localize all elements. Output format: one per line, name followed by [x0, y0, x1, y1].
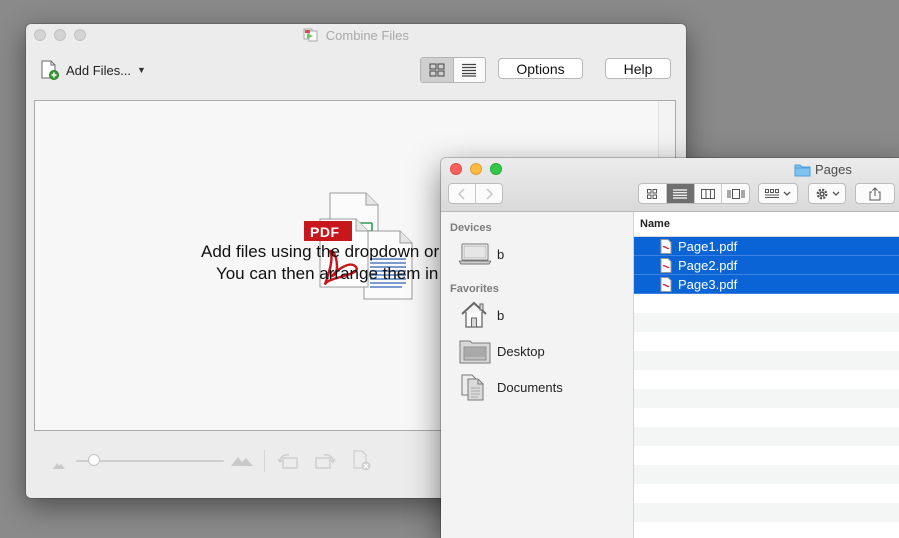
cover-flow-icon	[727, 188, 745, 199]
sidebar-item-label: b	[497, 246, 505, 262]
thumbnail-size-slider[interactable]	[76, 454, 224, 466]
folder-icon	[794, 163, 811, 177]
empty-row	[634, 332, 899, 351]
grid-icon	[429, 63, 445, 77]
empty-row	[634, 446, 899, 465]
file-row-page1[interactable]: Page1.pdf	[634, 237, 899, 256]
large-mountain-icon	[231, 453, 253, 471]
sidebar-item-label: Documents	[497, 379, 563, 395]
share-button[interactable]	[855, 183, 895, 204]
add-file-icon	[40, 60, 60, 80]
back-forward-buttons	[448, 183, 503, 204]
desktop-folder-icon	[459, 336, 493, 366]
file-row-page2[interactable]: Page2.pdf	[634, 256, 899, 275]
name-column-label: Name	[640, 218, 670, 230]
column-view-icon	[700, 188, 715, 199]
file-name: Page1.pdf	[678, 238, 738, 254]
cover-flow-button[interactable]	[722, 184, 749, 203]
window-title-text: Combine Files	[325, 28, 409, 43]
empty-row	[634, 389, 899, 408]
empty-row	[634, 465, 899, 484]
pdf-file-icon	[660, 276, 672, 292]
combine-files-titlebar: Combine Files	[26, 24, 686, 46]
empty-row	[634, 408, 899, 427]
list-icon	[462, 63, 477, 77]
icon-view-icon	[647, 188, 658, 199]
share-icon	[869, 186, 881, 200]
rotate-left-icon[interactable]	[277, 452, 299, 475]
combine-files-icon	[303, 28, 319, 45]
sidebar-item-documents[interactable]: Documents	[459, 372, 563, 402]
empty-row	[634, 427, 899, 446]
empty-row	[634, 503, 899, 522]
back-button[interactable]	[449, 184, 476, 203]
window-title: Combine Files	[26, 28, 686, 45]
chevron-right-icon	[486, 187, 493, 200]
file-row-page3[interactable]: Page3.pdf	[634, 275, 899, 294]
icon-view-button[interactable]	[639, 184, 667, 203]
list-view-button[interactable]	[666, 184, 695, 203]
empty-row	[634, 313, 899, 332]
action-button[interactable]	[808, 183, 846, 204]
gear-icon	[816, 188, 827, 199]
arrange-icon	[765, 188, 779, 198]
chevron-left-icon	[458, 187, 465, 200]
view-mode-toggle	[420, 57, 486, 83]
chevron-down-icon	[832, 191, 839, 196]
pdf-file-icon	[660, 257, 672, 273]
empty-row	[634, 484, 899, 503]
finder-window: Pages Devices b Favorites b Desktop Docu…	[441, 158, 899, 538]
empty-row	[634, 351, 899, 370]
arrange-button[interactable]	[758, 183, 798, 204]
slider-knob[interactable]	[88, 454, 100, 466]
list-view-icon	[673, 188, 688, 199]
file-name: Page2.pdf	[678, 257, 738, 273]
finder-view-switcher	[638, 183, 750, 204]
list-view-button[interactable]	[454, 58, 486, 82]
chevron-down-icon: ▼	[137, 65, 146, 75]
options-button[interactable]: Options	[498, 58, 583, 79]
add-files-dropdown[interactable]: Add Files... ▼	[40, 60, 146, 80]
finder-toolbar: Pages	[441, 158, 899, 212]
empty-row	[634, 522, 899, 538]
pdf-file-icon	[660, 238, 672, 254]
finder-zoom-button[interactable]	[490, 163, 502, 175]
thumbnail-view-button[interactable]	[421, 58, 454, 82]
home-icon	[459, 300, 493, 330]
pdf-label: PDF	[310, 224, 340, 240]
empty-row	[634, 294, 899, 313]
sidebar-item-label: b	[497, 307, 505, 323]
column-view-button[interactable]	[695, 184, 723, 203]
finder-title: Pages	[794, 162, 852, 177]
finder-minimize-button[interactable]	[470, 163, 482, 175]
finder-title-text: Pages	[815, 162, 852, 177]
chevron-down-icon	[783, 191, 791, 196]
laptop-icon	[459, 239, 493, 269]
empty-row	[634, 370, 899, 389]
rotate-right-icon[interactable]	[314, 452, 336, 475]
file-name: Page3.pdf	[678, 276, 738, 292]
bottombar-divider	[264, 450, 265, 472]
documents-folder-icon	[459, 372, 493, 402]
sidebar-item-device-b[interactable]: b	[459, 239, 504, 269]
favorites-header: Favorites	[450, 283, 499, 295]
remove-file-icon[interactable]	[352, 450, 372, 477]
finder-sidebar: Devices b Favorites b Desktop Documents	[441, 212, 634, 538]
small-mountain-icon	[53, 456, 65, 474]
combine-files-toolbar: Add Files... ▼ Options Help	[26, 46, 686, 96]
help-button[interactable]: Help	[605, 58, 671, 79]
add-files-label: Add Files...	[66, 62, 132, 78]
name-column-header[interactable]: Name	[634, 212, 899, 237]
forward-button[interactable]	[476, 184, 502, 203]
sidebar-item-desktop[interactable]: Desktop	[459, 336, 545, 366]
file-list: Name Page1.pdf Page2.pdf Page3.pdf	[634, 212, 899, 538]
sidebar-item-label: Desktop	[497, 343, 545, 359]
finder-close-button[interactable]	[450, 163, 462, 175]
devices-header: Devices	[450, 222, 492, 234]
sidebar-item-home-b[interactable]: b	[459, 300, 504, 330]
